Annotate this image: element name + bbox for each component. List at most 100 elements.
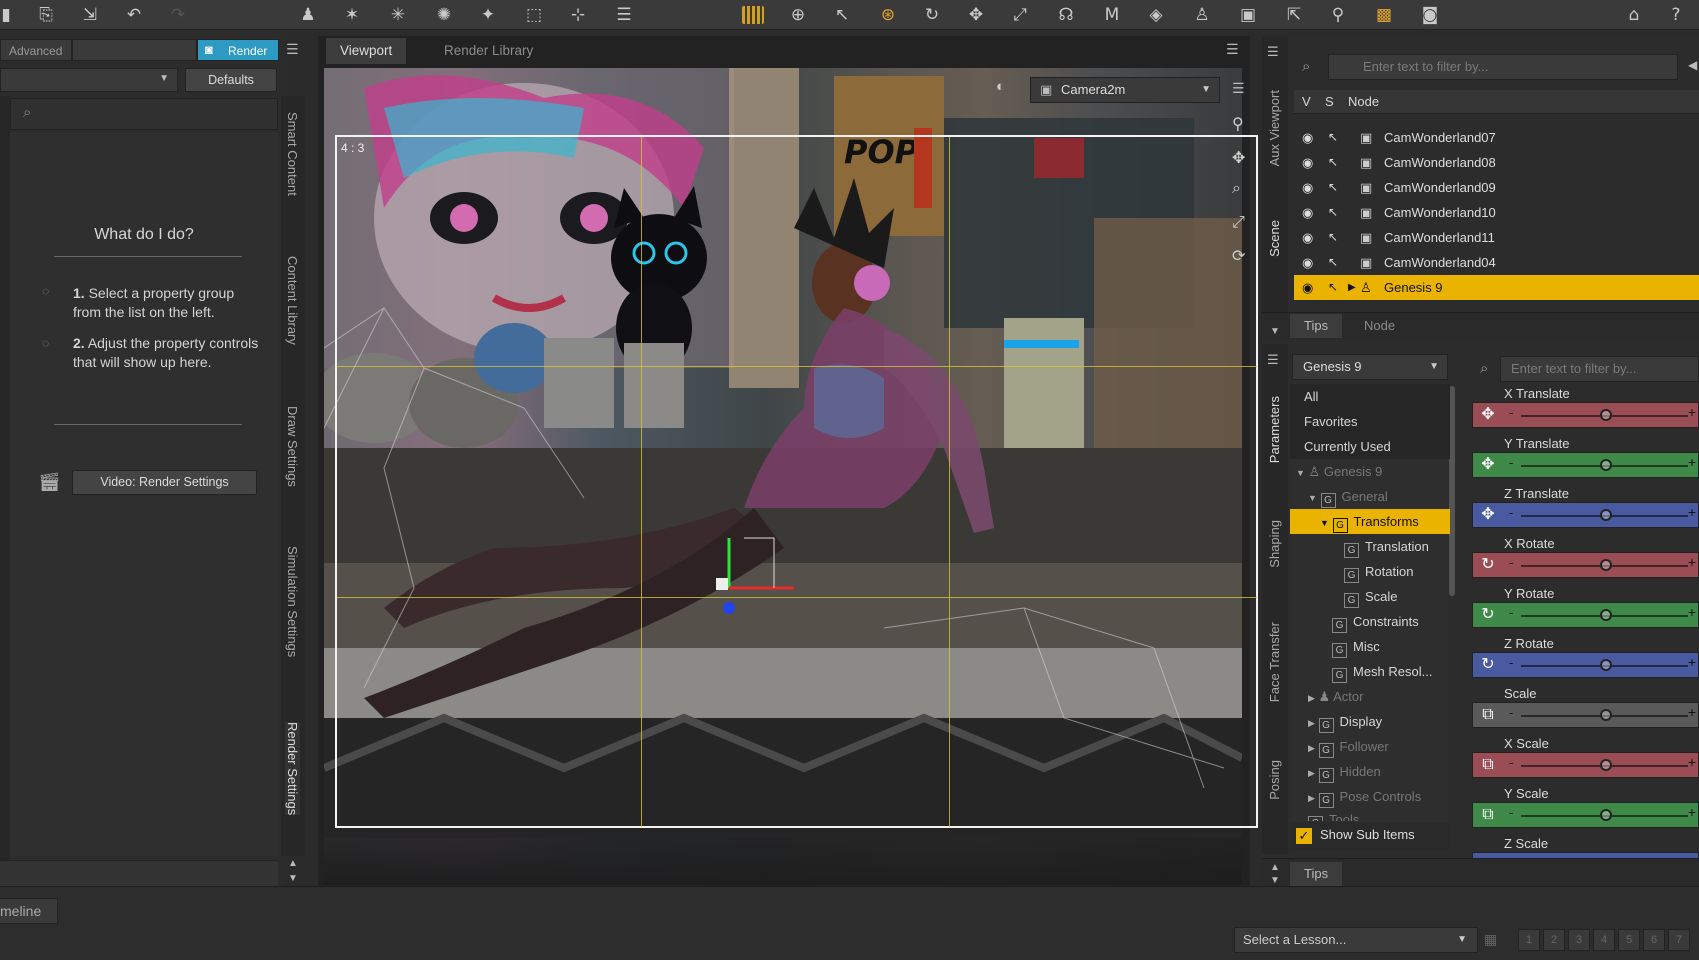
eye-icon[interactable]: ◉: [1302, 150, 1313, 175]
decrement-icon[interactable]: -: [1509, 405, 1513, 420]
list-icon[interactable]: ☰: [612, 3, 636, 27]
parameter-slider[interactable]: Y Translate ✥ - +: [1472, 434, 1699, 482]
slider-knob[interactable]: [1599, 709, 1612, 721]
param-filter-input[interactable]: Enter text to filter by...: [1500, 356, 1699, 382]
parameter-slider[interactable]: X Rotate ↻ - +: [1472, 534, 1699, 582]
lesson-page-button[interactable]: 7: [1668, 929, 1690, 951]
decrement-icon[interactable]: -: [1509, 655, 1513, 670]
help-icon[interactable]: ?: [1664, 3, 1688, 27]
dolly-icon[interactable]: ⚲: [1232, 114, 1244, 134]
lesson-page-button[interactable]: 3: [1568, 929, 1590, 951]
spotlight-icon[interactable]: ✳: [386, 3, 410, 27]
side-tab-render-settings[interactable]: Render Settings: [285, 722, 300, 816]
figure-icon[interactable]: ♟: [296, 3, 320, 27]
scene-row[interactable]: ◉ ↖ ▣ CamWonderland07: [1294, 125, 1699, 150]
import-icon[interactable]: ⎘: [34, 3, 58, 27]
increment-icon[interactable]: +: [1688, 554, 1696, 570]
decrement-icon[interactable]: -: [1509, 805, 1513, 820]
select-arrow-icon[interactable]: ↖: [1328, 225, 1338, 250]
tree-item[interactable]: ▶ G Display: [1290, 709, 1450, 734]
tree-item[interactable]: All: [1290, 384, 1450, 409]
tree-item[interactable]: ▼ G General: [1290, 484, 1450, 509]
side-tab-smart-content[interactable]: Smart Content: [285, 112, 300, 196]
eye-icon[interactable]: ◉: [1302, 275, 1313, 300]
tree-item[interactable]: G Scale: [1290, 584, 1450, 609]
tree-item[interactable]: ▶ G Follower: [1290, 734, 1450, 759]
tree-item-selected[interactable]: ▼ G Transforms: [1290, 509, 1450, 534]
tab-tips[interactable]: Tips: [1290, 314, 1343, 338]
tree-item[interactable]: G Rotation: [1290, 559, 1450, 584]
node-select-icon[interactable]: ⇱: [1282, 3, 1306, 27]
increment-icon[interactable]: +: [1688, 804, 1696, 820]
tree-item[interactable]: ▶ ♟ Actor: [1290, 684, 1450, 709]
select-arrow-icon[interactable]: ↖: [1328, 250, 1338, 275]
scene-row[interactable]: ◉ ↖ ▣ CamWonderland04: [1294, 250, 1699, 275]
increment-icon[interactable]: +: [1688, 404, 1696, 420]
eye-icon[interactable]: ◉: [1302, 200, 1313, 225]
distant-light-icon[interactable]: ✺: [432, 3, 456, 27]
render-camera-icon[interactable]: ◙: [1418, 3, 1442, 27]
pane-menu-icon[interactable]: ☰: [1226, 41, 1239, 58]
null-icon[interactable]: ⊹: [566, 3, 590, 27]
select-arrow-icon[interactable]: ↖: [1328, 200, 1338, 225]
orbit-icon[interactable]: ⊕: [786, 3, 810, 27]
defaults-button[interactable]: Defaults: [185, 68, 277, 92]
increment-icon[interactable]: +: [1688, 654, 1696, 670]
increment-icon[interactable]: +: [1688, 754, 1696, 770]
decrement-icon[interactable]: -: [1509, 455, 1513, 470]
scene-row[interactable]: ◉ ↖ ▣ CamWonderland11: [1294, 225, 1699, 250]
lesson-page-button[interactable]: 4: [1593, 929, 1615, 951]
parameter-slider[interactable]: Scale ⧉ - +: [1472, 684, 1699, 732]
camera-view-icon[interactable]: ▣: [1236, 3, 1260, 27]
scene-filter-input[interactable]: Enter text to filter by...: [1328, 54, 1678, 80]
scene-row[interactable]: ◉ ↖ ▣ CamWonderland09: [1294, 175, 1699, 200]
slider-knob[interactable]: [1599, 559, 1612, 571]
filter-input[interactable]: ⌕: [10, 98, 278, 130]
show-sub-items-checkbox[interactable]: ✓ Show Sub Items: [1290, 822, 1450, 850]
translate-icon[interactable]: ✥: [964, 3, 988, 27]
scroll-up-icon[interactable]: ▲: [288, 858, 298, 869]
scroll-down-icon[interactable]: ▼: [288, 873, 298, 884]
morph-icon[interactable]: M: [1100, 3, 1124, 27]
scroll-down-icon[interactable]: ▼: [1270, 326, 1280, 337]
surface-icon[interactable]: ◈: [1144, 3, 1168, 27]
side-tab-content-library[interactable]: Content Library: [285, 256, 300, 345]
light-icon[interactable]: ✶: [340, 3, 364, 27]
tree-item[interactable]: ▶ G Hidden: [1290, 759, 1450, 784]
side-tab-posing[interactable]: Posing: [1267, 760, 1282, 800]
tree-item[interactable]: ▼ ♙ Genesis 9: [1290, 459, 1450, 484]
universal-tool-icon[interactable]: ⊛: [876, 3, 900, 27]
slider-knob[interactable]: [1599, 809, 1612, 821]
camera-select[interactable]: Camera2m ▣ ▼: [1030, 77, 1220, 103]
parameter-slider[interactable]: Z Translate ✥ - +: [1472, 484, 1699, 532]
collapse-icon[interactable]: ◀: [1688, 58, 1697, 72]
pane-menu-icon[interactable]: ☰: [1267, 44, 1279, 60]
lesson-grid-icon[interactable]: ▦: [1484, 931, 1497, 948]
decrement-icon[interactable]: -: [1509, 555, 1513, 570]
eye-icon[interactable]: ◉: [1302, 125, 1313, 150]
parameter-slider[interactable]: X Translate ✥ - +: [1472, 384, 1699, 432]
video-render-settings-button[interactable]: Video: Render Settings: [72, 470, 257, 495]
decrement-icon[interactable]: -: [1509, 605, 1513, 620]
save-icon[interactable]: ▮: [0, 3, 18, 27]
parameter-bar[interactable]: ⧉- +: [1472, 802, 1699, 828]
camera-icon[interactable]: ⬚: [522, 3, 546, 27]
select-arrow-icon[interactable]: ↖: [1328, 175, 1338, 200]
select-arrow-icon[interactable]: ↖: [1328, 275, 1338, 300]
parameter-bar[interactable]: ✥ - +: [1472, 452, 1699, 478]
render-icon[interactable]: ▩: [1372, 3, 1396, 27]
active-pose-icon[interactable]: ⚲: [1326, 3, 1350, 27]
select-arrow-icon[interactable]: ↖: [1328, 125, 1338, 150]
frame-icon[interactable]: ⤢: [1232, 214, 1245, 232]
redo-icon[interactable]: ↷: [166, 3, 190, 27]
parameter-slider[interactable]: Z Scale⧉-+: [1472, 834, 1699, 858]
tree-item[interactable]: G Misc: [1290, 634, 1450, 659]
slider-knob[interactable]: [1599, 609, 1612, 621]
parameter-slider[interactable]: Y Rotate ↻ - +: [1472, 584, 1699, 632]
lesson-page-button[interactable]: 6: [1643, 929, 1665, 951]
tab-tips-lower[interactable]: Tips: [1290, 862, 1343, 886]
increment-icon[interactable]: +: [1688, 704, 1696, 720]
tab-node[interactable]: Node: [1350, 314, 1409, 338]
lesson-page-button[interactable]: 2: [1543, 929, 1565, 951]
tree-item[interactable]: G Mesh Resol...: [1290, 659, 1450, 684]
